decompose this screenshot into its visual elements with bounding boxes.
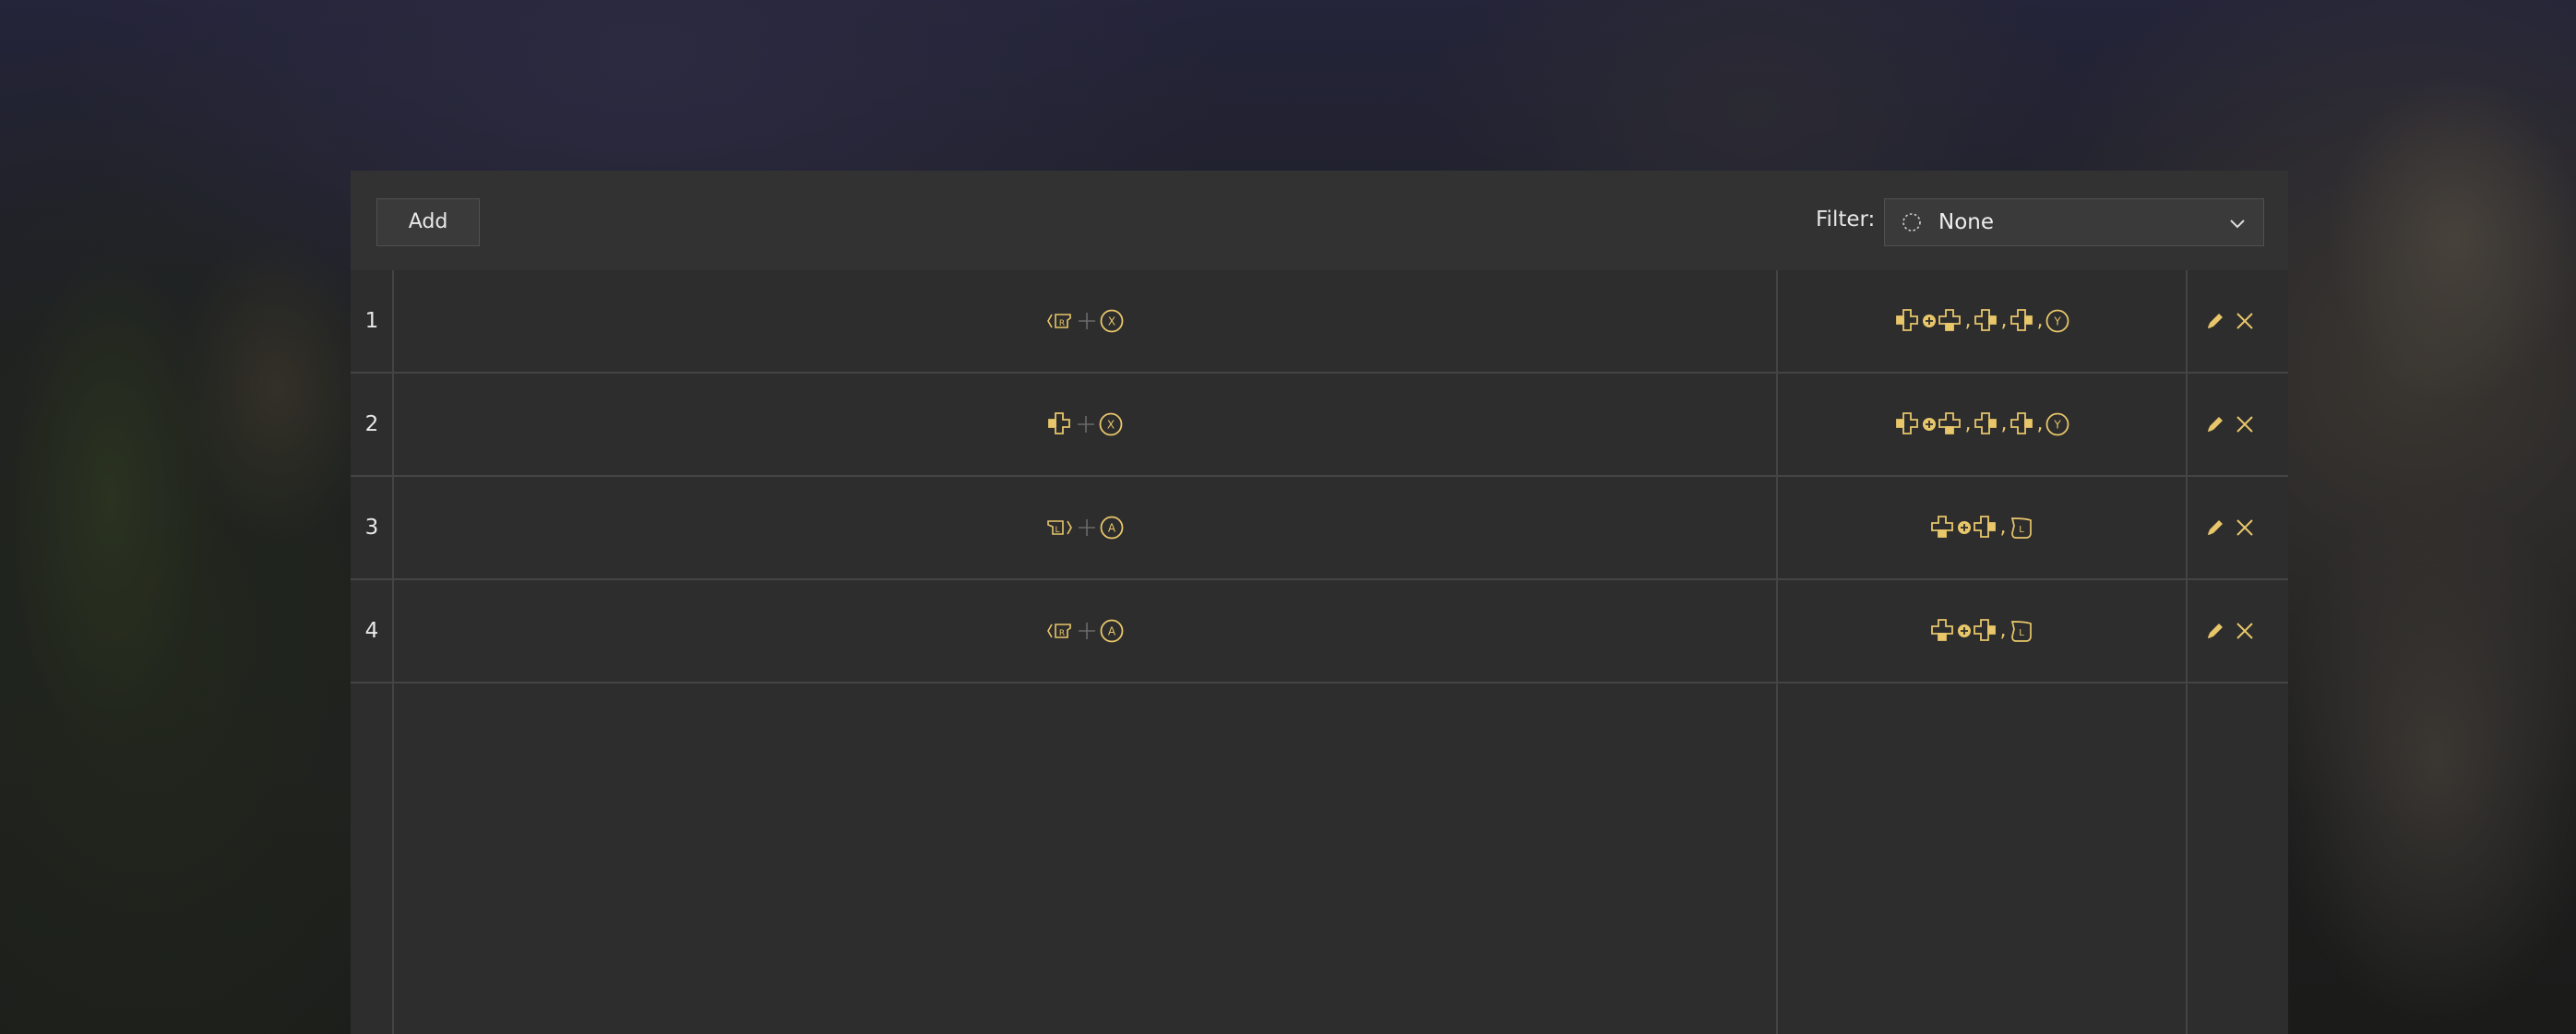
separator-comma: ,	[2000, 309, 2008, 332]
circle-plus-icon	[1957, 624, 1972, 638]
trigger-combo: RA	[393, 580, 1777, 682]
filter-dropdown[interactable]: None	[1884, 198, 2264, 246]
table-row[interactable]: 1RX,,,Y	[351, 270, 2288, 374]
rb-button-icon: R	[1045, 619, 1075, 643]
dpad-down-icon	[1937, 307, 1964, 335]
plus-icon	[1075, 619, 1099, 643]
y-button-icon: Y	[2045, 308, 2070, 334]
separator-comma: ,	[2000, 412, 2008, 435]
trigger-combo: LA	[393, 477, 1777, 578]
svg-text:L: L	[1055, 526, 1059, 535]
trigger-combo: X	[393, 374, 1777, 475]
edit-pencil-icon[interactable]	[2203, 309, 2227, 333]
delete-close-icon[interactable]	[2233, 412, 2257, 436]
svg-text:A: A	[1108, 522, 1116, 535]
chevron-down-icon	[2228, 214, 2247, 232]
edit-pencil-icon[interactable]	[2203, 619, 2227, 643]
column-divider-controls	[2186, 270, 2188, 1034]
svg-text:R: R	[1059, 629, 1065, 638]
svg-text:R: R	[1059, 319, 1065, 328]
svg-text:Y: Y	[2053, 419, 2061, 432]
edit-pencil-icon[interactable]	[2203, 516, 2227, 540]
x-button-icon: X	[1098, 411, 1124, 437]
separator-comma: ,	[2036, 412, 2044, 435]
svg-text:Y: Y	[2053, 315, 2061, 328]
delete-close-icon[interactable]	[2233, 309, 2257, 333]
add-button[interactable]: Add	[376, 198, 480, 246]
filter-value: None	[1938, 210, 1995, 234]
action-sequence: ,L	[1777, 580, 2187, 682]
dpad-right-icon	[1973, 307, 2000, 335]
action-sequence: ,,, Y	[1777, 374, 2187, 475]
separator-comma: ,	[1964, 309, 1972, 332]
edit-pencil-icon[interactable]	[2203, 412, 2227, 436]
plus-icon	[1075, 309, 1099, 333]
y-button-icon: Y	[2045, 411, 2070, 437]
row-actions	[2187, 477, 2288, 578]
filter-label: Filter:	[1816, 208, 1876, 232]
svg-text:X: X	[1107, 419, 1115, 432]
row-actions	[2187, 270, 2288, 372]
circle-plus-icon	[1957, 520, 1972, 535]
plus-icon	[1074, 412, 1098, 436]
table-row[interactable]: 2 X,,, Y	[351, 374, 2288, 477]
plus-icon	[1075, 516, 1099, 540]
svg-text:A: A	[1108, 625, 1116, 638]
delete-close-icon[interactable]	[2233, 516, 2257, 540]
row-actions	[2187, 580, 2288, 682]
dpad-right-icon	[1972, 617, 1999, 645]
a-button-icon: A	[1099, 618, 1125, 644]
row-number: 4	[364, 619, 379, 643]
dpad-right-icon	[1973, 410, 2000, 438]
rb-button-icon: R	[1045, 309, 1075, 333]
trigger-combo: RX	[393, 270, 1777, 372]
row-number: 1	[364, 309, 379, 333]
lt-trigger-icon: L	[2008, 514, 2035, 541]
separator-comma: ,	[2036, 309, 2044, 332]
action-sequence: ,L	[1777, 477, 2187, 578]
dotted-circle-icon	[1902, 212, 1922, 232]
circle-plus-icon	[1922, 417, 1937, 432]
dpad-right-icon	[2009, 410, 2036, 438]
svg-text:L: L	[2019, 628, 2024, 638]
dpad-left-icon	[1046, 410, 1074, 438]
separator-comma: ,	[1964, 412, 1972, 435]
circle-plus-icon	[1922, 314, 1937, 328]
separator-comma: ,	[1999, 516, 2007, 539]
row-actions	[2187, 374, 2288, 475]
dpad-down-icon	[1929, 617, 1957, 645]
a-button-icon: A	[1099, 515, 1125, 541]
x-button-icon: X	[1099, 308, 1125, 334]
separator-comma: ,	[1999, 619, 2007, 642]
lb-button-icon: L	[1045, 516, 1075, 540]
svg-text:X: X	[1108, 315, 1115, 328]
dpad-right-icon	[1972, 514, 1999, 541]
column-divider-number	[392, 270, 394, 1034]
dpad-right-icon	[2009, 307, 2036, 335]
column-divider-action	[1776, 270, 1778, 1034]
toolbar: Add Filter: None	[351, 171, 2288, 270]
combo-list-panel: Add Filter: None 1RX,,,Y2X,,,Y3LA,L4RA,L	[351, 171, 2288, 1034]
row-number: 3	[364, 516, 379, 540]
dpad-down-icon	[1929, 514, 1957, 541]
table-row[interactable]: 4RA,L	[351, 580, 2288, 683]
background-character	[2251, 0, 2576, 1034]
dpad-left-icon	[1894, 410, 1922, 438]
lt-trigger-icon: L	[2008, 617, 2035, 645]
action-sequence: ,,, Y	[1777, 270, 2187, 372]
table-row[interactable]: 3LA,L	[351, 477, 2288, 580]
dpad-down-icon	[1937, 410, 1964, 438]
dpad-left-icon	[1894, 307, 1922, 335]
background-cliff	[0, 111, 351, 1034]
svg-text:L: L	[2019, 525, 2024, 535]
delete-close-icon[interactable]	[2233, 619, 2257, 643]
row-number: 2	[364, 412, 379, 436]
